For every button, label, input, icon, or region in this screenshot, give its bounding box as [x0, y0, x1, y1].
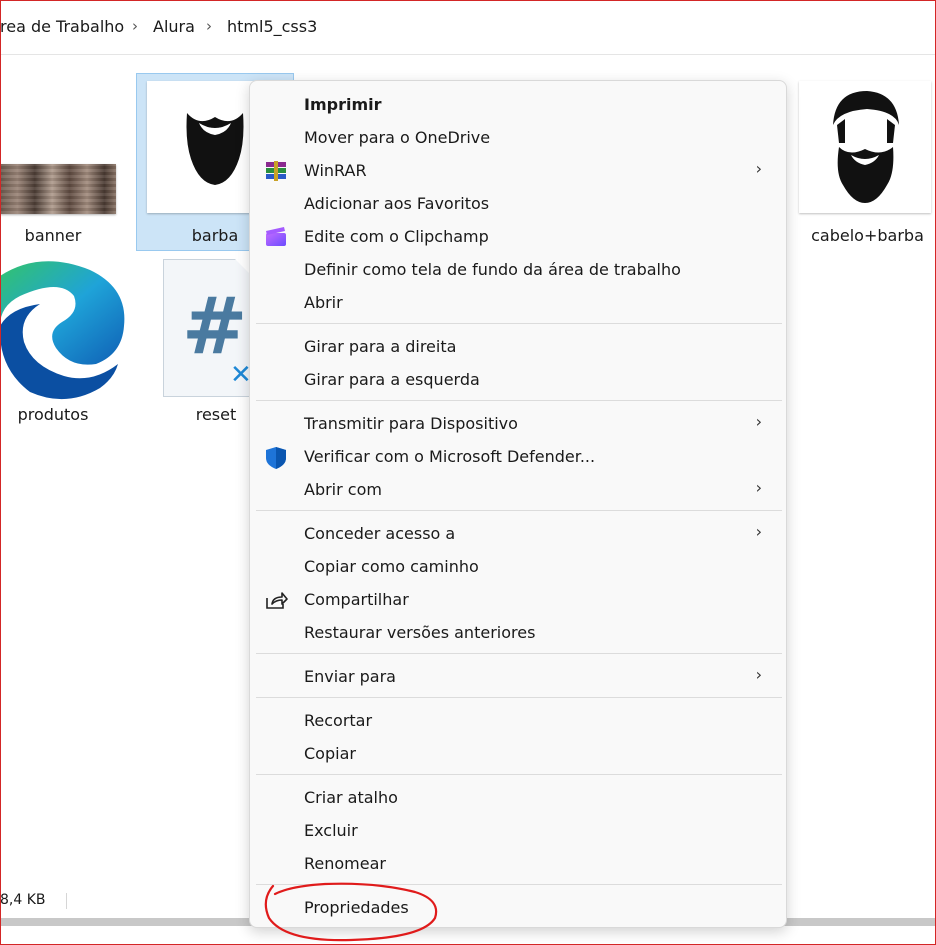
chevron-right-icon: ›	[755, 665, 762, 684]
edge-browser-icon	[0, 261, 125, 400]
menu-item-label: Excluir	[304, 821, 358, 840]
chevron-right-icon: ›	[755, 522, 762, 541]
menu-divider	[256, 774, 782, 775]
menu-item-label: Criar atalho	[304, 788, 398, 807]
menu-item-label: Girar para a direita	[304, 337, 457, 356]
menu-item-label: Mover para o OneDrive	[304, 128, 491, 147]
menu-divider	[256, 510, 782, 511]
menu-item-label: Girar para a esquerda	[304, 370, 480, 389]
menu-item-label: Definir como tela de fundo da área de tr…	[304, 260, 681, 279]
menu-item-label: Adicionar aos Favoritos	[304, 194, 490, 213]
menu-divider	[256, 653, 782, 654]
menu-item-label: Restaurar versões anteriores	[304, 623, 536, 642]
menu-item-imprimir[interactable]: Imprimir	[254, 89, 782, 121]
menu-item-compartilhar[interactable]: Compartilhar	[254, 584, 782, 616]
file-label-produtos: produtos	[17, 405, 89, 424]
file-label-banner: banner	[24, 226, 82, 245]
context-menu: Imprimir Mover para o OneDrive WinRAR › Adic…	[249, 80, 787, 928]
menu-item-adicionar-aos-favoritos[interactable]: Adicionar aos Favoritos	[254, 188, 782, 220]
menu-item-label: WinRAR	[304, 161, 367, 180]
menu-item-label: Renomear	[304, 854, 386, 873]
address-bar[interactable]: rea de Trabalho › Alura › html5_css3	[0, 0, 936, 55]
share-icon	[264, 589, 288, 611]
menu-item-label: Abrir com	[304, 480, 382, 499]
menu-item-label: Abrir	[304, 293, 343, 312]
menu-item-restaurar-versoes-anteriores[interactable]: Restaurar versões anteriores	[254, 617, 782, 649]
menu-item-label: Verificar com o Microsoft Defender...	[304, 447, 596, 466]
winrar-icon	[264, 160, 288, 182]
menu-divider	[256, 323, 782, 324]
menu-item-definir-como-tela-de-fundo-da-area-de-trabalho[interactable]: Definir como tela de fundo da área de tr…	[254, 254, 782, 286]
breadcrumb-item-area-de-trabalho[interactable]: rea de Trabalho	[0, 17, 124, 36]
menu-item-excluir[interactable]: Excluir	[254, 815, 782, 847]
chevron-right-icon: ›	[755, 159, 762, 178]
menu-item-label: Edite com o Clipchamp	[304, 227, 489, 246]
menu-item-mover-para-o-onedrive[interactable]: Mover para o OneDrive	[254, 122, 782, 154]
menu-item-abrir-com[interactable]: Abrir com ›	[254, 474, 782, 506]
menu-item-copiar-como-caminho[interactable]: Copiar como caminho	[254, 551, 782, 583]
menu-item-abrir[interactable]: Abrir	[254, 287, 782, 319]
file-label-cabelo-barba: cabelo+barba	[811, 226, 924, 245]
menu-item-conceder-acesso-a[interactable]: Conceder acesso a ›	[254, 518, 782, 550]
hair-beard-icon	[833, 91, 899, 203]
menu-item-verificar-com-o-microsoft-defender[interactable]: Verificar com o Microsoft Defender...	[254, 441, 782, 473]
menu-item-label: Copiar como caminho	[304, 557, 479, 576]
css-file-icon: # ✕	[163, 259, 253, 397]
breadcrumb-item-alura[interactable]: Alura	[153, 17, 195, 36]
menu-item-transmitir-para-dispositivo[interactable]: Transmitir para Dispositivo ›	[254, 408, 782, 440]
menu-item-girar-para-a-direita[interactable]: Girar para a direita	[254, 331, 782, 363]
menu-item-label: Enviar para	[304, 667, 396, 686]
chevron-right-icon: ›	[755, 478, 762, 497]
menu-item-recortar[interactable]: Recortar	[254, 705, 782, 737]
clipchamp-icon	[264, 226, 288, 248]
menu-divider	[256, 400, 782, 401]
menu-item-label: Imprimir	[304, 95, 382, 114]
status-size: 8,4 KB	[0, 892, 46, 908]
banner-thumbnail	[0, 164, 116, 214]
menu-item-propriedades[interactable]: Propriedades	[254, 892, 782, 924]
menu-item-label: Propriedades	[304, 898, 409, 917]
menu-item-girar-para-a-esquerda[interactable]: Girar para a esquerda	[254, 364, 782, 396]
menu-item-criar-atalho[interactable]: Criar atalho	[254, 782, 782, 814]
menu-item-winrar[interactable]: WinRAR ›	[254, 155, 782, 187]
defender-shield-icon	[264, 446, 288, 469]
menu-item-label: Copiar	[304, 744, 356, 763]
menu-item-renomear[interactable]: Renomear	[254, 848, 782, 880]
breadcrumb-chevron-icon[interactable]: ›	[206, 17, 212, 35]
menu-item-copiar[interactable]: Copiar	[254, 738, 782, 770]
menu-item-label: Compartilhar	[304, 590, 409, 609]
menu-item-enviar-para[interactable]: Enviar para ›	[254, 661, 782, 693]
menu-item-label: Recortar	[304, 711, 373, 730]
cabelo-barba-thumbnail[interactable]	[799, 81, 931, 213]
menu-item-label: Transmitir para Dispositivo	[304, 414, 518, 433]
menu-divider	[256, 884, 782, 885]
chevron-right-icon: ›	[755, 412, 762, 431]
breadcrumb-chevron-icon[interactable]: ›	[132, 17, 138, 35]
breadcrumb-item-html5-css3[interactable]: html5_css3	[227, 17, 317, 36]
status-divider	[66, 893, 67, 909]
menu-item-label: Conceder acesso a	[304, 524, 456, 543]
menu-item-edite-com-o-clipchamp[interactable]: Edite com o Clipchamp	[254, 221, 782, 253]
menu-divider	[256, 697, 782, 698]
